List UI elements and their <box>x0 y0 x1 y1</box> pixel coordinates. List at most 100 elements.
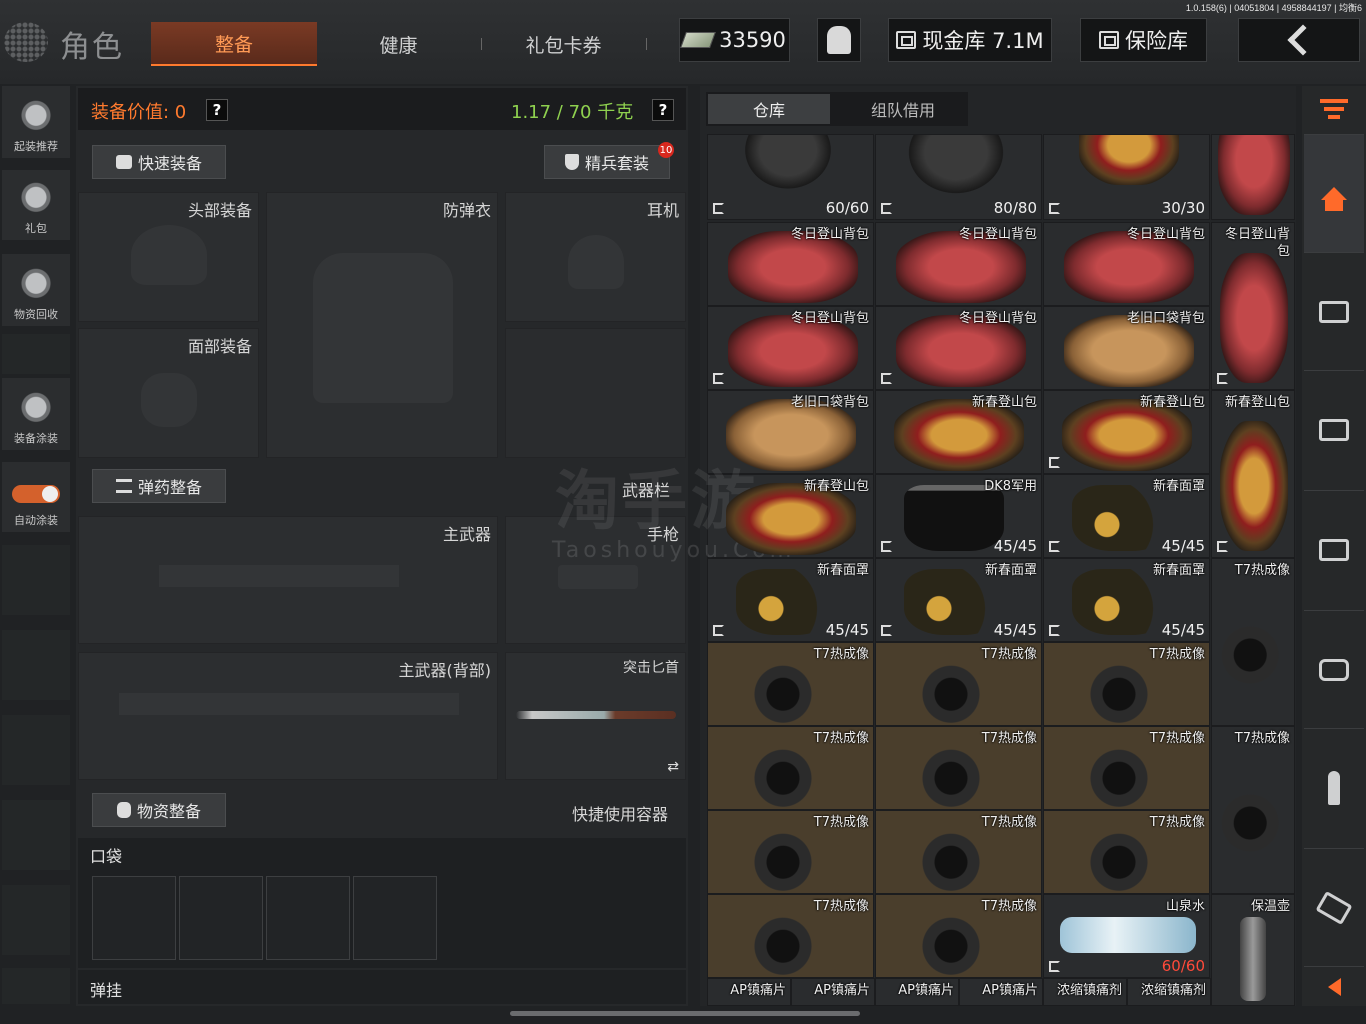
inventory-item[interactable]: T7热成像 <box>875 726 1042 810</box>
inventory-item[interactable]: T7热成像 <box>1043 642 1210 726</box>
sidebar-item-gift[interactable]: 礼包 <box>2 170 70 240</box>
inventory-item[interactable]: 冬日登山背包 <box>1043 222 1210 306</box>
pocket-slot[interactable] <box>266 876 350 960</box>
inventory-item[interactable]: T7热成像 <box>1211 726 1295 894</box>
slot-face[interactable]: 面部装备 <box>78 328 259 458</box>
sidebar-item-label: 自动涂装 <box>14 514 58 527</box>
collapse-button[interactable] <box>1304 966 1364 1006</box>
help-icon[interactable]: ? <box>206 99 228 121</box>
sidebar-item-home[interactable] <box>1304 134 1364 252</box>
chevron-left-icon <box>1287 24 1319 56</box>
inventory-item[interactable]: 保温壶 <box>1211 894 1295 1006</box>
inventory-item[interactable]: 新春面罩 45/45 <box>875 558 1042 642</box>
tab-equip[interactable]: 整备 <box>151 22 317 66</box>
inventory-item[interactable]: T7热成像 <box>707 642 874 726</box>
inventory-item[interactable]: T7热成像 <box>1043 810 1210 894</box>
slot-knife[interactable]: 突击匕首 ⇄ <box>505 652 686 780</box>
swap-icon[interactable]: ⇄ <box>667 759 679 775</box>
thermal-scope-image <box>1216 757 1292 867</box>
sidebar-item-loadout-recommend[interactable]: 起装推荐 <box>2 86 70 158</box>
inventory-item[interactable]: T7热成像 <box>875 642 1042 726</box>
inventory-item[interactable]: AP镇痛片 <box>959 978 1043 1006</box>
inventory-item[interactable]: AP镇痛片 <box>875 978 959 1006</box>
inventory-item[interactable]: 冬日登山背包 <box>875 306 1042 390</box>
tab-gift-cards[interactable]: 礼包卡券 <box>481 22 646 66</box>
inventory-item[interactable]: 新春面罩 45/45 <box>1043 558 1210 642</box>
supply-prep-button[interactable]: 物资整备 <box>92 793 226 827</box>
quick-equip-label: 快速装备 <box>137 154 202 173</box>
inventory-item[interactable]: 浓缩镇痛剂 <box>1127 978 1211 1006</box>
inventory-item[interactable]: 山泉水 60/60 <box>1043 894 1210 978</box>
inventory-item[interactable]: 浓缩镇痛剂 <box>1043 978 1127 1006</box>
sidebar-spacer <box>2 334 70 374</box>
inventory-item[interactable]: 80/80 <box>875 134 1042 220</box>
sidebar-item-storage-3[interactable] <box>1304 490 1364 608</box>
inventory-item[interactable]: 冬日登山背 包 <box>1211 222 1295 390</box>
tab-team-borrow[interactable]: 组队借用 <box>840 94 966 124</box>
slot-primary-back[interactable]: 主武器(背部) <box>78 652 498 780</box>
inventory-item[interactable]: T7热成像 <box>1043 726 1210 810</box>
sidebar-empty-slot <box>2 885 70 955</box>
slot-head[interactable]: 头部装备 <box>78 192 259 322</box>
inventory-item[interactable]: 30/30 <box>1043 134 1210 220</box>
inventory-item[interactable]: 60/60 <box>707 134 874 220</box>
quick-equip-button[interactable]: 快速装备 <box>92 145 226 179</box>
inventory-item[interactable]: T7热成像 <box>1211 558 1295 726</box>
item-name: T7热成像 <box>1234 731 1290 746</box>
item-name: T7热成像 <box>1149 647 1205 662</box>
inventory-item[interactable] <box>1211 134 1295 220</box>
inventory-item[interactable]: T7热成像 <box>875 894 1042 978</box>
cash-vault-button[interactable]: 现金库 7.1M <box>888 18 1052 62</box>
sidebar-item-recycle[interactable]: 物资回收 <box>2 254 70 326</box>
tab-health[interactable]: 健康 <box>316 22 481 66</box>
back-button[interactable] <box>1238 18 1360 62</box>
item-name: AP镇痛片 <box>814 983 870 998</box>
inventory-item[interactable]: 新春登山包 <box>875 390 1042 474</box>
inventory-item[interactable]: 冬日登山背包 <box>707 222 874 306</box>
sidebar-item-storage-1[interactable] <box>1304 252 1364 370</box>
inventory-item[interactable]: 新春登山包 <box>1211 390 1295 558</box>
money-display[interactable]: 33590 <box>679 18 790 62</box>
pocket-slot[interactable] <box>179 876 263 960</box>
inventory-item[interactable]: 冬日登山背包 <box>707 306 874 390</box>
sidebar-item-misc[interactable] <box>1304 848 1364 966</box>
sidebar-item-ammo[interactable] <box>1304 728 1364 846</box>
sidebar-item-medical[interactable] <box>1304 610 1364 728</box>
pocket-slot[interactable] <box>92 876 176 960</box>
slot-armor[interactable]: 防弹衣 <box>266 192 498 458</box>
slot-label: 面部装备 <box>187 337 252 356</box>
help-icon[interactable]: ? <box>652 99 674 121</box>
inventory-item[interactable]: 新春面罩 45/45 <box>1043 474 1210 558</box>
sidebar-item-paint[interactable]: 装备涂装 <box>2 378 70 450</box>
sort-icon[interactable] <box>1316 96 1352 122</box>
sidebar-item-storage-2[interactable] <box>1304 370 1364 488</box>
inventory-item[interactable]: DK8军用 45/45 <box>875 474 1042 558</box>
inventory-item[interactable]: T7热成像 <box>707 894 874 978</box>
list-icon <box>115 479 132 493</box>
sidebar-empty-slot <box>2 800 70 870</box>
vault-icon <box>896 31 917 49</box>
inventory-item[interactable]: 新春面罩 45/45 <box>707 558 874 642</box>
inventory-item[interactable]: 冬日登山背包 <box>875 222 1042 306</box>
inventory-item[interactable]: T7热成像 <box>875 810 1042 894</box>
inventory-item[interactable]: 老旧口袋背包 <box>1043 306 1210 390</box>
inventory-item[interactable]: 新春登山包 <box>1043 390 1210 474</box>
inventory-item[interactable]: T7热成像 <box>707 810 874 894</box>
agent-button[interactable] <box>817 18 861 62</box>
inventory-item[interactable]: AP镇痛片 <box>791 978 875 1006</box>
item-count: 45/45 <box>993 537 1037 555</box>
elite-set-button[interactable]: 精兵套装 <box>544 145 670 179</box>
inventory-item[interactable]: T7热成像 <box>707 726 874 810</box>
ammo-prep-button[interactable]: 弹药整备 <box>92 469 226 503</box>
pocket-slot[interactable] <box>353 876 437 960</box>
safe-button[interactable]: 保险库 <box>1080 18 1207 62</box>
storage-box-icon <box>1319 300 1349 323</box>
item-name: 新春面罩 <box>816 563 869 578</box>
slot-primary-weapon[interactable]: 主武器 <box>78 516 498 644</box>
inventory-item[interactable]: AP镇痛片 <box>707 978 791 1006</box>
exit-icon <box>881 373 892 384</box>
home-indicator <box>510 1011 860 1016</box>
slot-headset[interactable]: 耳机 <box>505 192 686 322</box>
item-count: 30/30 <box>1161 199 1205 217</box>
tab-warehouse[interactable]: 仓库 <box>708 94 830 124</box>
